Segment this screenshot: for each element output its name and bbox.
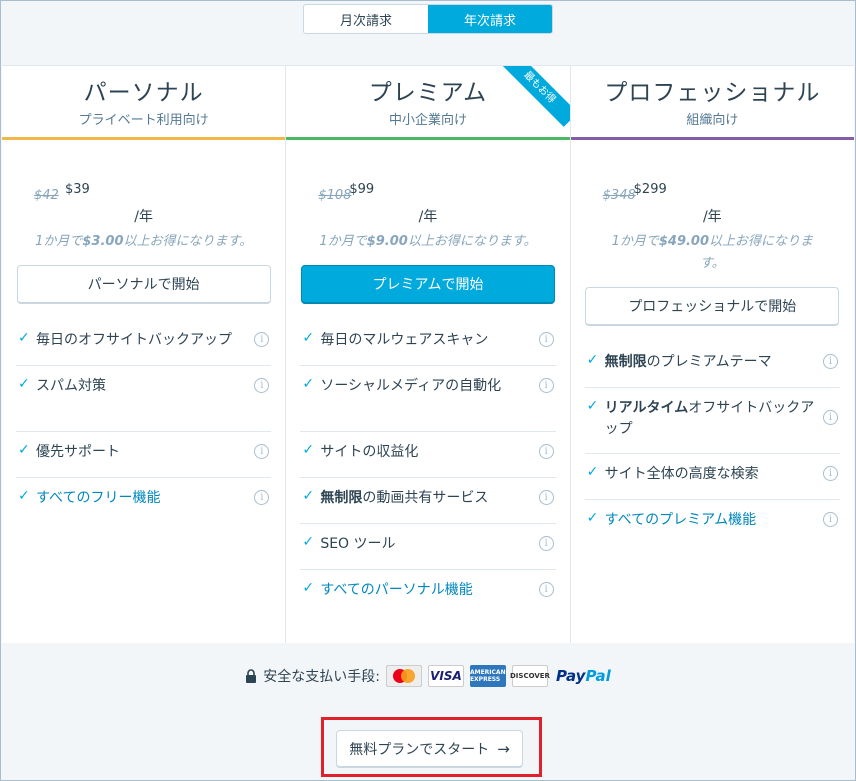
feature-item: ✓ 無制限の動画共有サービス i [300,478,556,524]
plan-name: パーソナル [83,80,204,106]
yearly-billing-option[interactable]: 年次請求 [428,5,552,33]
feature-item: ✓ 無制限のプレミアムテーマ i [584,342,840,388]
billing-period: /年 [418,209,438,225]
price-row: $348 $299 [571,178,854,208]
all-premium-features-link[interactable]: すべてのプレミアム機能 [605,510,840,531]
check-icon: ✓ [586,352,599,368]
billing-toggle: 月次請求 年次請求 [303,4,553,34]
feature-list: ✓ 毎日のマルウェアスキャン i ✓ ソーシャルメディアの自動化 i ✓ サイト… [300,320,556,616]
info-icon[interactable]: i [822,466,838,481]
info-icon[interactable]: i [538,332,554,347]
best-value-ribbon: 最もお得 [498,66,570,137]
plan-header: パーソナル プライベート利用向け [2,66,286,140]
info-icon[interactable]: i [538,536,554,551]
feature-item: ✓ サイト全体の高度な検索 i [584,454,840,500]
all-personal-features-link[interactable]: すべてのパーソナル機能 [320,580,555,601]
visa-logo: VISA [427,665,464,687]
mastercard-logo [385,665,422,687]
discount-price: $299 [633,182,667,197]
feature-item: ✓ ソーシャルメディアの自動化 i [300,366,556,432]
paypal-logo: Pay Pal [555,667,611,685]
info-icon[interactable]: i [822,410,838,425]
info-icon[interactable]: i [538,444,554,459]
plan-premium: プレミアム 中小企業向け 最もお得 $108 $99 /年 1か月で$9.00以… [286,66,571,643]
info-icon[interactable]: i [822,512,838,527]
plan-personal: パーソナル プライベート利用向け $42 $39 /年 1か月で$3.00以上お… [2,66,287,643]
feature-item: ✓ すべてのフリー機能 i [16,478,271,524]
payment-methods: 安全な支払い手段: VISA AMERICAN EXPRESS DISCOVER… [1,665,855,687]
plan-subtitle: プライベート利用向け [78,113,209,128]
highlight-box: 無料プランでスタート → [321,717,542,777]
check-icon: ✓ [18,488,30,504]
discount-price: $39 [65,182,90,197]
check-icon: ✓ [302,442,315,458]
price-row: $42 $39 [2,178,285,208]
feature-item: ✓ 優先サポート i [16,432,272,478]
check-icon: ✓ [302,488,315,504]
feature-item: ✓ 毎日のオフサイトバックアップ i [16,320,272,366]
discount-price: $99 [349,182,375,197]
check-icon: ✓ [586,464,599,480]
savings-text: 1か月で$49.00以上お得になります。 [611,234,814,271]
original-price: $348 [602,188,636,203]
feature-item: ✓ すべてのプレミアム機能 i [585,500,840,546]
monthly-billing-option[interactable]: 月次請求 [304,5,428,33]
plan-header: プロフェッショナル 組織向け [570,66,854,140]
arrow-right-icon: → [497,739,510,758]
plans-grid: パーソナル プライベート利用向け $42 $39 /年 1か月で$3.00以上お… [2,65,854,643]
check-icon: ✓ [18,330,30,346]
feature-item: ✓ すべてのパーソナル機能 i [300,570,555,616]
all-free-features-link[interactable]: すべてのフリー機能 [36,488,271,509]
check-icon: ✓ [302,580,315,596]
feature-item: ✓ サイトの収益化 i [300,432,556,478]
check-icon: ✓ [302,534,315,550]
original-price: $42 [34,188,59,203]
info-icon[interactable]: i [538,490,554,505]
check-icon: ✓ [18,442,30,458]
start-personal-button[interactable]: パーソナルで開始 [16,265,271,304]
billing-period: /年 [702,209,722,225]
start-premium-button[interactable]: プレミアムで開始 [300,265,555,304]
lock-icon [246,668,257,683]
payment-label: 安全な支払い手段: [263,669,380,685]
check-icon: ✓ [586,510,599,526]
savings-text: 1か月で$3.00以上お得になります。 [35,234,253,249]
plan-header: プレミアム 中小企業向け 最もお得 [286,66,570,140]
info-icon[interactable]: i [822,354,838,369]
start-free-plan-button[interactable]: 無料プランでスタート → [336,730,523,768]
check-icon: ✓ [18,376,30,392]
discover-logo: DISCOVER [510,665,550,687]
start-professional-button[interactable]: プロフェッショナルで開始 [585,287,840,326]
feature-item: ✓ SEO ツール i [300,524,556,570]
original-price: $108 [318,188,352,203]
check-icon: ✓ [302,330,315,346]
savings-text: 1か月で$9.00以上お得になります。 [319,234,537,249]
feature-list: ✓ 無制限のプレミアムテーマ i ✓ リアルタイムオフサイトバックアップ i ✓… [584,342,840,546]
feature-item: ✓ 毎日のマルウェアスキャン i [300,320,556,366]
billing-period: /年 [134,209,154,225]
info-icon[interactable]: i [538,378,554,393]
info-icon[interactable]: i [538,582,554,597]
feature-item: ✓ スパム対策 i [16,366,272,432]
plan-name: プロフェッショナル [604,80,821,106]
feature-list: ✓ 毎日のオフサイトバックアップ i ✓ スパム対策 i ✓ 優先サポート i … [16,320,272,524]
amex-logo: AMERICAN EXPRESS [469,665,506,687]
check-icon: ✓ [302,376,315,392]
plan-professional: プロフェッショナル 組織向け $348 $299 /年 1か月で$49.00以上… [570,66,854,643]
plan-subtitle: 組織向け [686,113,739,128]
feature-item: ✓ リアルタイムオフサイトバックアップ i [584,388,840,454]
price-row: $108 $99 [286,178,569,208]
check-icon: ✓ [586,398,599,414]
